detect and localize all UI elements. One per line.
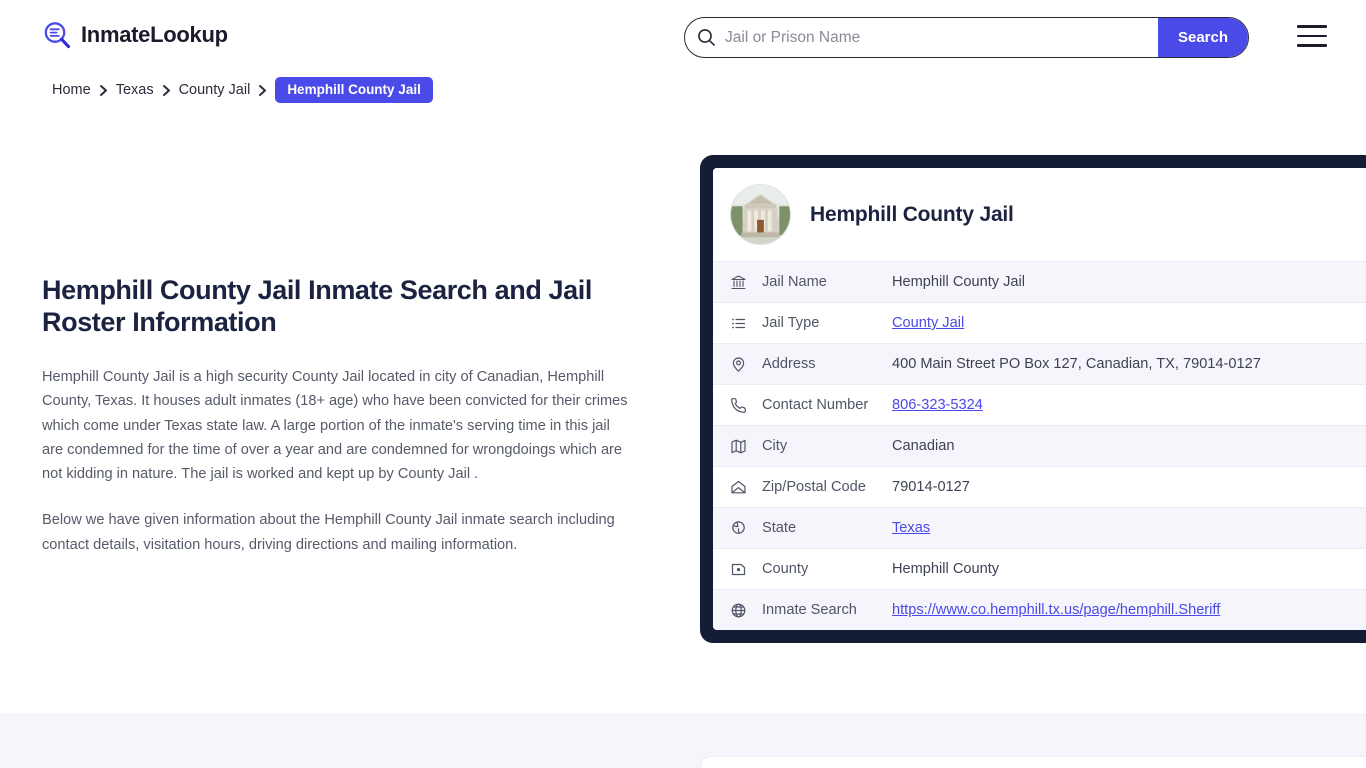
chevron-right-icon [99,84,108,97]
brand-logo[interactable]: InmateLookup [42,20,228,50]
courthouse-photo [730,184,791,245]
row-label: City [762,438,788,454]
table-row: Zip/Postal Code 79014-0127 [713,466,1366,507]
site-header: InmateLookup Search [0,0,1366,74]
hamburger-menu-icon[interactable] [1297,25,1327,47]
row-value: Hemphill County [892,561,1000,577]
row-label: Jail Name [762,274,827,290]
jail-info-inner: Hemphill County Jail Jail Name Hemphill … [713,168,1366,630]
chevron-right-icon [258,84,267,97]
table-row: Inmate Search https://www.co.hemphill.tx… [713,589,1366,630]
row-label: County [762,561,809,577]
row-value: 400 Main Street PO Box 127, Canadian, TX… [892,356,1261,372]
table-row: State Texas [713,507,1366,548]
row-label: Jail Type [762,315,820,331]
breadcrumb: Home Texas County Jail Hemphill County J… [52,77,433,103]
intro-paragraph-1: Hemphill County Jail is a high security … [42,369,628,483]
map-icon [730,438,747,455]
envelope-icon [730,479,747,496]
row-label: Contact Number [762,397,869,413]
row-label: Address [762,356,816,372]
hamburger-bar [1297,25,1327,28]
bank-icon [730,274,747,291]
row-label: State [762,520,797,536]
page-root: InmateLookup Search Home Texas [0,0,1366,768]
intro-paragraph-2: Below we have given information about th… [42,512,615,553]
row-value-link[interactable]: 806-323-5324 [892,397,983,413]
search-icon [697,28,716,47]
breadcrumb-item-texas[interactable]: Texas [116,82,154,98]
globe-pin-icon [730,520,747,537]
row-value-link[interactable]: https://www.co.hemphill.tx.us/page/hemph… [892,602,1220,618]
search-input[interactable] [716,18,1158,57]
table-row: City Canadian [713,425,1366,466]
search-bar: Search [684,17,1249,58]
phone-icon [730,397,747,414]
table-row: Contact Number 806-323-5324 [713,384,1366,425]
hamburger-bar [1297,44,1327,47]
row-value: Canadian [892,438,955,454]
table-row: County Hemphill County [713,548,1366,589]
breadcrumb-current: Hemphill County Jail [275,77,433,103]
globe-icon [730,602,747,619]
table-row: Address 400 Main Street PO Box 127, Cana… [713,343,1366,384]
jail-info-card: Hemphill County Jail Jail Name Hemphill … [700,155,1366,643]
hamburger-bar [1297,34,1327,38]
row-value-link[interactable]: County Jail [892,315,964,331]
row-label: Inmate Search [762,602,857,618]
jail-info-title: Hemphill County Jail [810,202,1014,226]
search-button[interactable]: Search [1158,18,1248,57]
list-icon [730,315,747,332]
jail-info-header: Hemphill County Jail [713,168,1366,261]
county-map-icon [730,561,747,578]
map-pin-icon [730,356,747,373]
row-value: 79014-0127 [892,479,970,495]
breadcrumb-item-county-jail[interactable]: County Jail [179,82,251,98]
brand-name: InmateLookup [81,22,228,47]
table-row: Jail Name Hemphill County Jail [713,261,1366,302]
bottom-section-card [700,756,1366,768]
breadcrumb-item-home[interactable]: Home [52,82,91,98]
chevron-right-icon [162,84,171,97]
magnifier-list-icon [42,20,72,50]
row-value-link[interactable]: Texas [892,520,930,536]
article-column: Hemphill County Jail Inmate Search and J… [42,274,642,557]
page-title: Hemphill County Jail Inmate Search and J… [42,275,592,338]
table-row: Jail Type County Jail [713,302,1366,343]
row-label: Zip/Postal Code [762,479,866,495]
row-value: Hemphill County Jail [892,274,1026,290]
